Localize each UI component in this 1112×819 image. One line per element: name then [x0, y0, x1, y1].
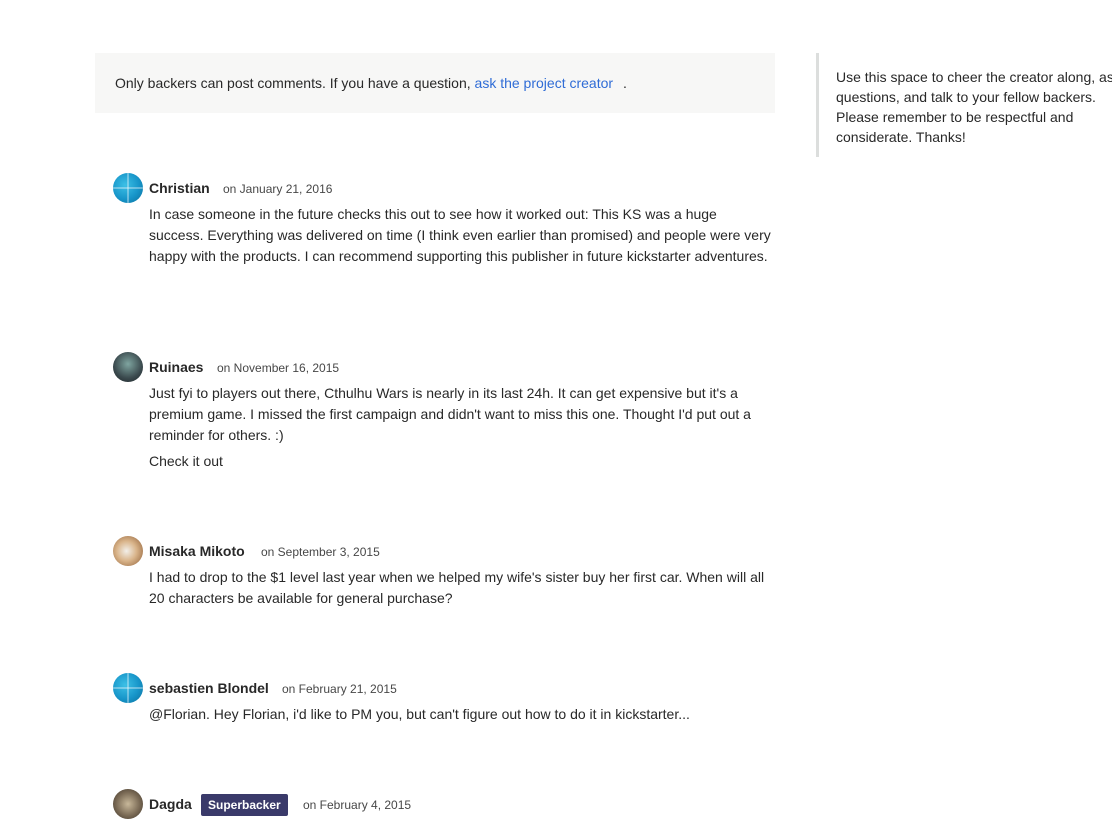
comment-item: Ruinaes on November 16, 2015 Just fyi to… — [113, 352, 775, 477]
comment-date[interactable]: on January 21, 2016 — [223, 182, 332, 196]
backers-only-notice: Only backers can post comments. If you h… — [95, 53, 775, 113]
superbacker-badge: Superbacker — [201, 794, 288, 816]
comment-body: @Florian. Hey Florian, i'd like to PM yo… — [149, 704, 775, 725]
avatar[interactable] — [113, 352, 143, 382]
comment-author[interactable]: Christian — [149, 180, 210, 196]
comment-paragraph: Just fyi to players out there, Cthulhu W… — [149, 385, 751, 443]
avatar[interactable] — [113, 173, 143, 203]
comment-date[interactable]: on September 3, 2015 — [261, 545, 380, 559]
avatar[interactable] — [113, 536, 143, 566]
comment-body: I had to drop to the $1 level last year … — [149, 567, 775, 609]
comments-guidelines: Use this space to cheer the creator alon… — [816, 53, 1112, 157]
comment-date[interactable]: on February 21, 2015 — [282, 682, 397, 696]
comment-item: sebastien Blondel on February 21, 2015 @… — [113, 673, 775, 730]
comment-paragraph: Check it out — [149, 453, 223, 469]
comment-body: In case someone in the future checks thi… — [149, 204, 775, 267]
avatar[interactable] — [113, 789, 143, 819]
comment-date[interactable]: on February 4, 2015 — [303, 798, 411, 812]
comment-author[interactable]: Ruinaes — [149, 359, 203, 375]
comment-paragraph: I had to drop to the $1 level last year … — [149, 569, 765, 606]
comment-item: Christian on January 21, 2016 In case so… — [113, 173, 775, 272]
comment-date[interactable]: on November 16, 2015 — [217, 361, 339, 375]
avatar[interactable] — [113, 673, 143, 703]
comment-item: Misaka Mikoto on September 3, 2015 I had… — [113, 536, 775, 614]
notice-text: Only backers can post comments. If you h… — [115, 75, 471, 91]
notice-period: . — [623, 75, 627, 91]
comment-author[interactable]: Dagda — [149, 796, 192, 812]
comment-item: Dagda Superbacker on February 4, 2015 — [113, 789, 775, 819]
ask-creator-link[interactable]: ask the project creator — [475, 75, 614, 91]
comment-paragraph: @Florian. Hey Florian, i'd like to PM yo… — [149, 706, 690, 722]
comment-author[interactable]: Misaka Mikoto — [149, 543, 245, 559]
comment-author[interactable]: sebastien Blondel — [149, 680, 269, 696]
comment-body: Just fyi to players out there, Cthulhu W… — [149, 383, 775, 472]
comment-paragraph: In case someone in the future checks thi… — [149, 206, 771, 264]
